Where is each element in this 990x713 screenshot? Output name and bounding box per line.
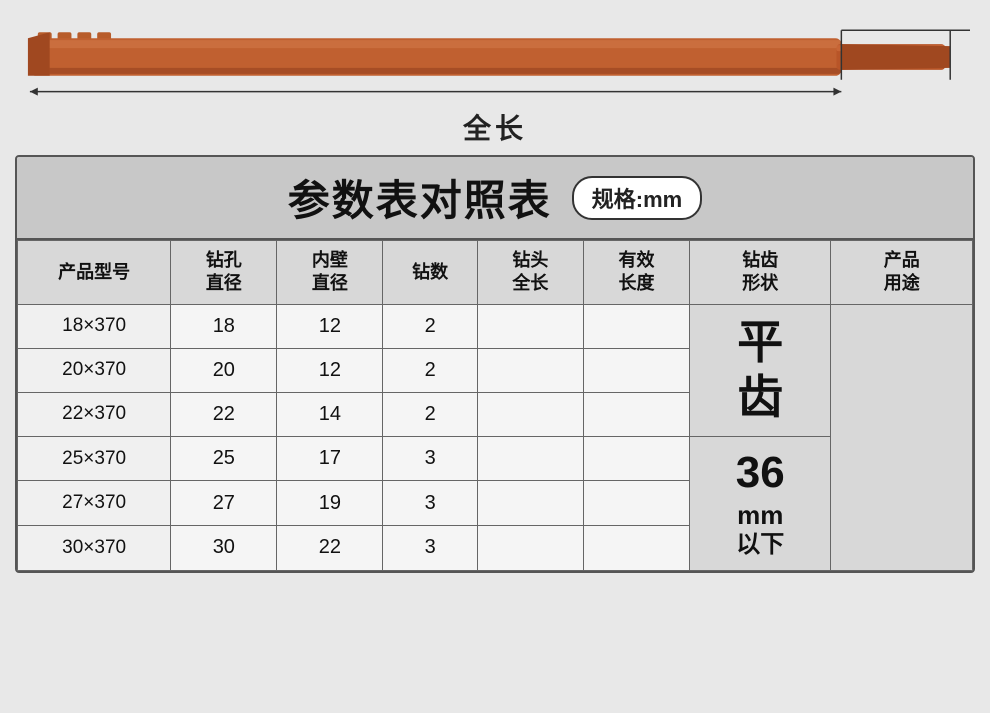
cell-eff-length	[583, 304, 689, 348]
cell-inner-diameter: 14	[277, 392, 383, 436]
cell-full-length	[477, 348, 583, 392]
cell-drill-count: 3	[383, 525, 477, 570]
cell-full-length	[477, 481, 583, 526]
cell-drill-count: 3	[383, 436, 477, 481]
cell-drill-diameter: 27	[171, 481, 277, 526]
col-header-count: 钻数	[383, 241, 477, 305]
cell-full-length	[477, 392, 583, 436]
drill-section: 全长	[0, 0, 990, 155]
cell-tooth-shape-2: 36mm以下	[690, 436, 831, 570]
col-header-eff-len: 有效长度	[583, 241, 689, 305]
cell-inner-diameter: 12	[277, 348, 383, 392]
table-row: 18×37018122平齿	[18, 304, 973, 348]
cell-model: 30×370	[18, 525, 171, 570]
cell-product-use	[831, 304, 973, 570]
cell-drill-count: 3	[383, 481, 477, 526]
cell-model: 22×370	[18, 392, 171, 436]
cell-model: 20×370	[18, 348, 171, 392]
table-title: 参数表对照表	[288, 167, 552, 228]
cell-tooth-shape: 平齿	[690, 304, 831, 436]
col-header-model: 产品型号	[18, 241, 171, 305]
cell-eff-length	[583, 525, 689, 570]
spec-badge: 规格:mm	[572, 176, 702, 220]
table-row: 25×3702517336mm以下	[18, 436, 973, 481]
cell-drill-diameter: 22	[171, 392, 277, 436]
cell-full-length	[477, 304, 583, 348]
cell-drill-count: 2	[383, 392, 477, 436]
col-header-inner-d: 内壁直径	[277, 241, 383, 305]
cell-model: 18×370	[18, 304, 171, 348]
cell-eff-length	[583, 392, 689, 436]
col-header-use: 产品用途	[831, 241, 973, 305]
cell-eff-length	[583, 436, 689, 481]
cell-drill-diameter: 20	[171, 348, 277, 392]
data-table: 产品型号 钻孔直径 内壁直径 钻数 钻头全长 有效长度 钻齿形状 产品用途 18…	[17, 240, 973, 571]
cell-eff-length	[583, 481, 689, 526]
full-length-label: 全长	[463, 107, 527, 147]
cell-inner-diameter: 19	[277, 481, 383, 526]
cell-drill-diameter: 25	[171, 436, 277, 481]
cell-drill-diameter: 18	[171, 304, 277, 348]
cell-inner-diameter: 22	[277, 525, 383, 570]
cell-full-length	[477, 525, 583, 570]
col-header-tooth: 钻齿形状	[690, 241, 831, 305]
cell-drill-count: 2	[383, 304, 477, 348]
cell-model: 27×370	[18, 481, 171, 526]
col-header-drill-d: 钻孔直径	[171, 241, 277, 305]
col-header-full-len: 钻头全长	[477, 241, 583, 305]
cell-inner-diameter: 17	[277, 436, 383, 481]
drill-illustration	[20, 10, 970, 105]
table-header-row: 参数表对照表 规格:mm	[17, 157, 973, 240]
cell-eff-length	[583, 348, 689, 392]
cell-model: 25×370	[18, 436, 171, 481]
parameter-table-section: 参数表对照表 规格:mm 产品型号 钻孔直径 内壁直径 钻数 钻头全长 有效长度…	[15, 155, 975, 573]
table-header: 产品型号 钻孔直径 内壁直径 钻数 钻头全长 有效长度 钻齿形状 产品用途	[18, 241, 973, 305]
cell-drill-count: 2	[383, 348, 477, 392]
cell-full-length	[477, 436, 583, 481]
cell-inner-diameter: 12	[277, 304, 383, 348]
cell-drill-diameter: 30	[171, 525, 277, 570]
